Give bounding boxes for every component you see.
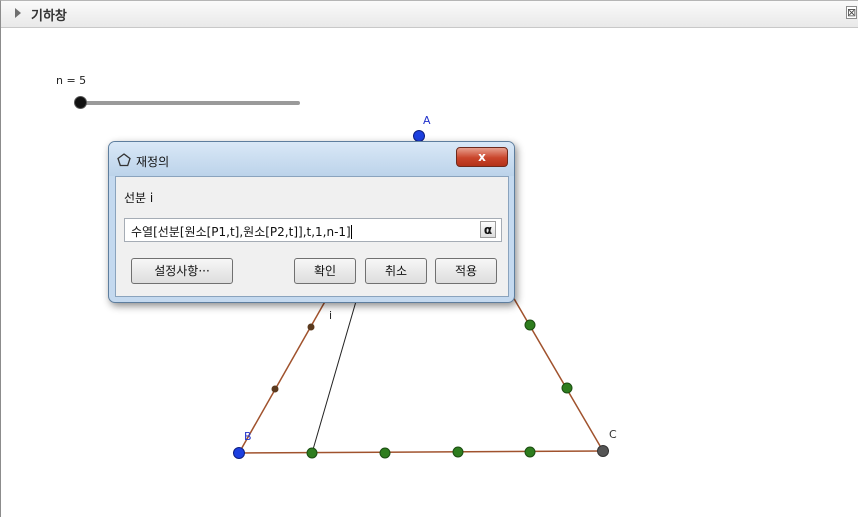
symbol-picker-button[interactable]: α [480, 221, 496, 238]
dialog-caption: 선분 i [124, 191, 154, 205]
definition-input[interactable]: 수열[선분[원소[P1,t],원소[P2,t]],t,1,n-1] [124, 218, 502, 242]
point-p1-1[interactable] [307, 323, 315, 331]
point-c[interactable] [597, 445, 609, 457]
point-base-3[interactable] [452, 446, 464, 458]
point-c-label: C [609, 428, 617, 441]
point-b-label: B [244, 430, 252, 443]
dialog-title: 재정의 [136, 155, 170, 169]
slider-handle[interactable] [73, 96, 87, 109]
edge-b-c[interactable] [238, 450, 604, 454]
view-title: 기하창 [31, 9, 67, 24]
point-base-1[interactable] [306, 447, 318, 459]
view-titlebar: 기하창 ⊠ [1, 1, 858, 28]
point-base-4[interactable] [524, 446, 536, 458]
collapse-triangle-icon[interactable] [15, 8, 21, 18]
point-p2-2[interactable] [561, 382, 573, 394]
segment-i[interactable] [311, 290, 360, 454]
point-p2-1[interactable] [524, 319, 536, 331]
apply-button[interactable]: 적용 [435, 258, 497, 284]
slider-track[interactable] [80, 101, 300, 105]
point-p1-2[interactable] [271, 385, 279, 393]
close-view-icon[interactable]: ⊠ [846, 6, 857, 19]
point-a-label: A [423, 114, 431, 127]
point-a[interactable] [413, 130, 425, 142]
dialog-close-button[interactable]: x [456, 147, 508, 167]
slider-label: n = 5 [56, 74, 87, 87]
segment-i-label: i [329, 309, 333, 322]
settings-button[interactable]: 설정사항··· [131, 258, 233, 284]
definition-input-text: 수열[선분[원소[P1,t],원소[P2,t]],t,1,n-1] [131, 225, 351, 239]
point-base-2[interactable] [379, 447, 391, 459]
dialog-titlebar[interactable]: 재정의 x [109, 142, 514, 176]
point-b[interactable] [233, 447, 245, 459]
cancel-button[interactable]: 취소 [365, 258, 427, 284]
pentagon-icon [117, 153, 131, 167]
redefine-dialog: 재정의 x 선분 i 수열[선분[원소[P1,t],원소[P2,t]],t,1,… [108, 141, 515, 303]
ok-button[interactable]: 확인 [294, 258, 356, 284]
text-caret [350, 225, 352, 239]
dialog-body: 선분 i 수열[선분[원소[P1,t],원소[P2,t]],t,1,n-1] α… [115, 176, 509, 297]
